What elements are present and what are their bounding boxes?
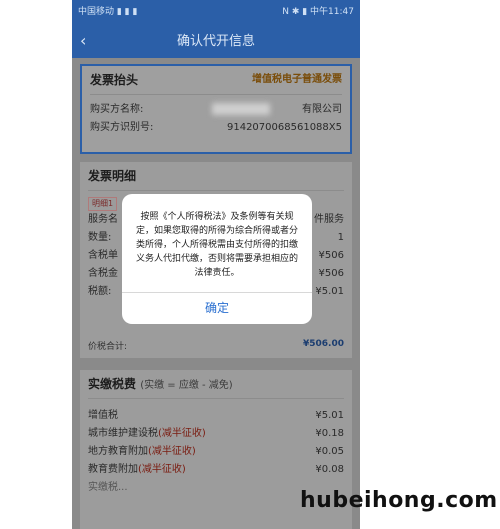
tax-value: ¥0.05 (315, 446, 344, 457)
buyer-name-value: 有限公司 (302, 104, 342, 115)
status-right: N ✱ ▮ 中午11:47 (282, 7, 354, 17)
invoice-type-label: 增值税电子普通发票 (252, 74, 342, 85)
tax-value: ¥0.08 (315, 464, 344, 475)
buyer-id-label: 购买方识别号: (90, 122, 154, 133)
tax-name: 城市维护建设税 (88, 428, 158, 439)
tax-label: 增值税 (88, 407, 118, 425)
tax-row: 地方教育附加(减半征收) ¥0.05 (88, 443, 344, 461)
invoice-detail-title: 发票明细 (88, 162, 344, 191)
buyer-name-label: 购买方名称: (90, 104, 144, 115)
status-bar: 中国移动 ▮ ▮ ▮ N ✱ ▮ 中午11:47 (72, 0, 360, 25)
tax-notice-dialog: 按照《个人所得税法》及条例等有关规定，如果您取得的所得为综合所得或者分类所得，个… (122, 194, 312, 324)
total-value: ¥506.00 (303, 339, 344, 349)
tax-tag: (减半征收) (158, 428, 206, 439)
tax-label: 城市维护建设税(减半征收) (88, 425, 206, 443)
site-watermark: hubeihong.com (300, 488, 498, 513)
invoice-header-title: 发票抬头 (90, 73, 139, 87)
tax-value: ¥5.01 (315, 410, 344, 421)
tax-paid-subtitle: (实缴 = 应缴 - 减免) (140, 380, 233, 391)
nav-bar: ‹ 确认代开信息 (72, 25, 360, 58)
detail-label: 服务名 (88, 214, 118, 225)
tax-label: 教育费附加(减半征收) (88, 461, 186, 479)
detail-value: 1 (337, 232, 344, 243)
detail-label: 含税单 (88, 250, 118, 261)
detail-label: 税额: (88, 286, 112, 297)
buyer-id-value: 9142070068561088X5 (226, 122, 342, 133)
tax-tag: (减半征收) (138, 464, 186, 475)
detail-label: 数量: (88, 232, 112, 243)
tax-paid-title: 实缴税费 (88, 377, 137, 391)
tax-row: 教育费附加(减半征收) ¥0.08 (88, 461, 344, 479)
detail-badge: 明细1 (88, 197, 118, 211)
detail-value: 件服务 (314, 214, 344, 225)
detail-value: ¥506 (318, 268, 344, 279)
tax-label: 地方教育附加(减半征收) (88, 443, 196, 461)
tax-value: ¥0.18 (315, 428, 344, 439)
page-title: 确认代开信息 (176, 34, 255, 49)
detail-value: ¥506 (318, 250, 344, 261)
dialog-message: 按照《个人所得税法》及条例等有关规定，如果您取得的所得为综合所得或者分类所得，个… (135, 212, 298, 278)
buyer-id-row: 购买方识别号: 9142070068561088X5 (90, 119, 342, 137)
tax-row: 城市维护建设税(减半征收) ¥0.18 (88, 425, 344, 443)
detail-value: ¥5.01 (315, 286, 344, 297)
buyer-name-row: 购买方名称: 有限公司 (90, 101, 342, 119)
tax-row: 增值税 ¥5.01 (88, 407, 344, 425)
status-left: 中国移动 ▮ ▮ ▮ (78, 7, 138, 17)
invoice-header-title-row: 发票抬头 增值税电子普通发票 (90, 66, 342, 95)
total-label: 价税合计: (88, 342, 128, 352)
confirm-button[interactable]: 确定 (122, 293, 312, 324)
tax-paid-title-row: 实缴税费 (实缴 = 应缴 - 减免) (88, 370, 344, 399)
tax-name: 地方教育附加 (88, 446, 148, 457)
total-row: 价税合计: ¥506.00 (88, 339, 344, 352)
detail-label: 含税金 (88, 268, 118, 279)
invoice-header-card: 发票抬头 增值税电子普通发票 购买方名称: 有限公司 购买方识别号: 91420… (80, 64, 352, 154)
phone-screen: 中国移动 ▮ ▮ ▮ N ✱ ▮ 中午11:47 ‹ 确认代开信息 发票抬头 增… (72, 0, 360, 529)
redaction-blur (212, 103, 270, 115)
tax-tag: (减半征收) (148, 446, 196, 457)
tax-name: 增值税 (88, 410, 118, 421)
tax-name: 教育费附加 (88, 464, 138, 475)
